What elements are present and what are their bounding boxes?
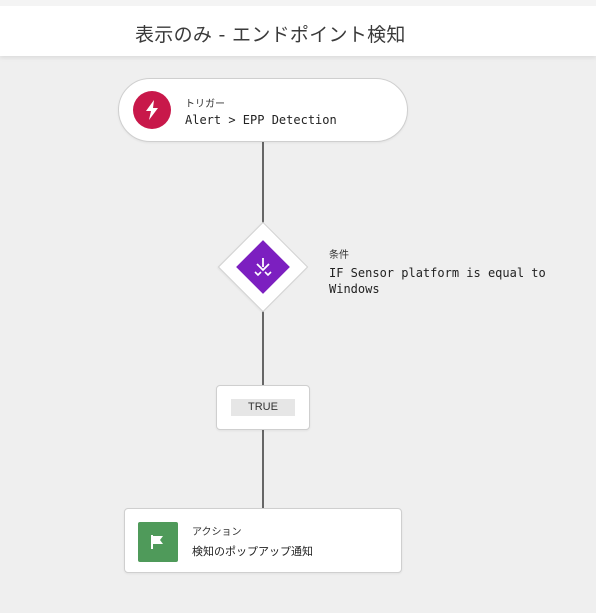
action-node[interactable]: アクション 検知のポップアップ通知: [124, 508, 402, 573]
branch-true-node[interactable]: TRUE: [216, 385, 310, 430]
action-kind-label: アクション: [192, 527, 242, 538]
trigger-node[interactable]: トリガー Alert > EPP Detection: [118, 78, 408, 142]
flag-icon: [138, 522, 178, 562]
condition-value: IF Sensor platform is equal to Windows: [329, 266, 546, 296]
connector-branch-action: [262, 430, 264, 508]
condition-node[interactable]: [217, 221, 309, 313]
page-title: 表示のみ - エンドポイント検知: [135, 24, 406, 46]
lightning-icon: [133, 91, 171, 129]
connector-condition-branch: [262, 307, 264, 385]
trigger-kind-label: トリガー: [185, 99, 225, 110]
condition-kind-label: 条件: [329, 250, 349, 261]
branch-true-label: TRUE: [231, 399, 295, 416]
header-bar: 表示のみ - エンドポイント検知: [0, 0, 596, 56]
trigger-value: Alert > EPP Detection: [185, 113, 337, 127]
connector-trigger-condition: [262, 142, 264, 227]
action-value: 検知のポップアップ通知: [192, 545, 313, 558]
branch-merge-icon: [254, 258, 272, 277]
